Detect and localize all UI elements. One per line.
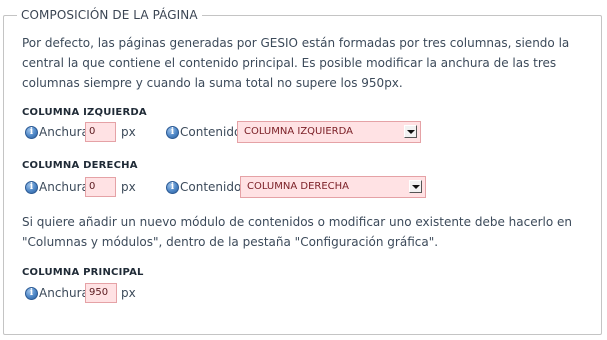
left-content-select[interactable]: COLUMNA IZQUIERDA [237, 121, 421, 143]
right-content-label: Contenido [180, 180, 242, 194]
right-width-input[interactable]: 0 [85, 177, 116, 197]
left-content-label: Contenido [180, 125, 242, 139]
info-icon[interactable]: i [25, 287, 38, 300]
left-width-input[interactable]: 0 [85, 122, 116, 142]
right-width-unit: px [121, 180, 136, 194]
left-content-selected: COLUMNA IZQUIERDA [244, 126, 353, 137]
columns-modules-note: Si quiere añadir un nuevo módulo de cont… [22, 215, 573, 249]
panel-legend: COMPOSICIÓN DE LA PÁGINA [17, 8, 202, 22]
main-width-label: Anchura [39, 286, 89, 300]
right-column-row: i Anchura 0 px i Contenido COLUMNA DEREC… [22, 176, 582, 198]
left-width-unit: px [121, 125, 136, 139]
right-content-select[interactable]: COLUMNA DERECHA [240, 176, 426, 198]
info-icon[interactable]: i [25, 126, 38, 139]
right-width-label: Anchura [39, 180, 89, 194]
main-column-title: COLUMNA PRINCIPAL [22, 267, 144, 278]
left-width-label: Anchura [39, 125, 89, 139]
info-icon[interactable]: i [25, 181, 38, 194]
right-content-selected: COLUMNA DERECHA [247, 181, 350, 192]
right-column-title: COLUMNA DERECHA [22, 160, 138, 171]
main-width-unit: px [121, 286, 136, 300]
main-column-row: i Anchura 950 px [22, 282, 582, 304]
left-column-title: COLUMNA IZQUIERDA [22, 107, 147, 118]
chevron-down-icon[interactable] [409, 180, 422, 193]
main-width-input[interactable]: 950 [85, 283, 117, 303]
info-icon[interactable]: i [166, 126, 179, 139]
left-column-row: i Anchura 0 px i Contenido COLUMNA IZQUI… [22, 121, 582, 143]
panel-description: Por defecto, las páginas generadas por G… [22, 36, 570, 90]
info-icon[interactable]: i [166, 181, 179, 194]
chevron-down-icon[interactable] [404, 125, 417, 138]
